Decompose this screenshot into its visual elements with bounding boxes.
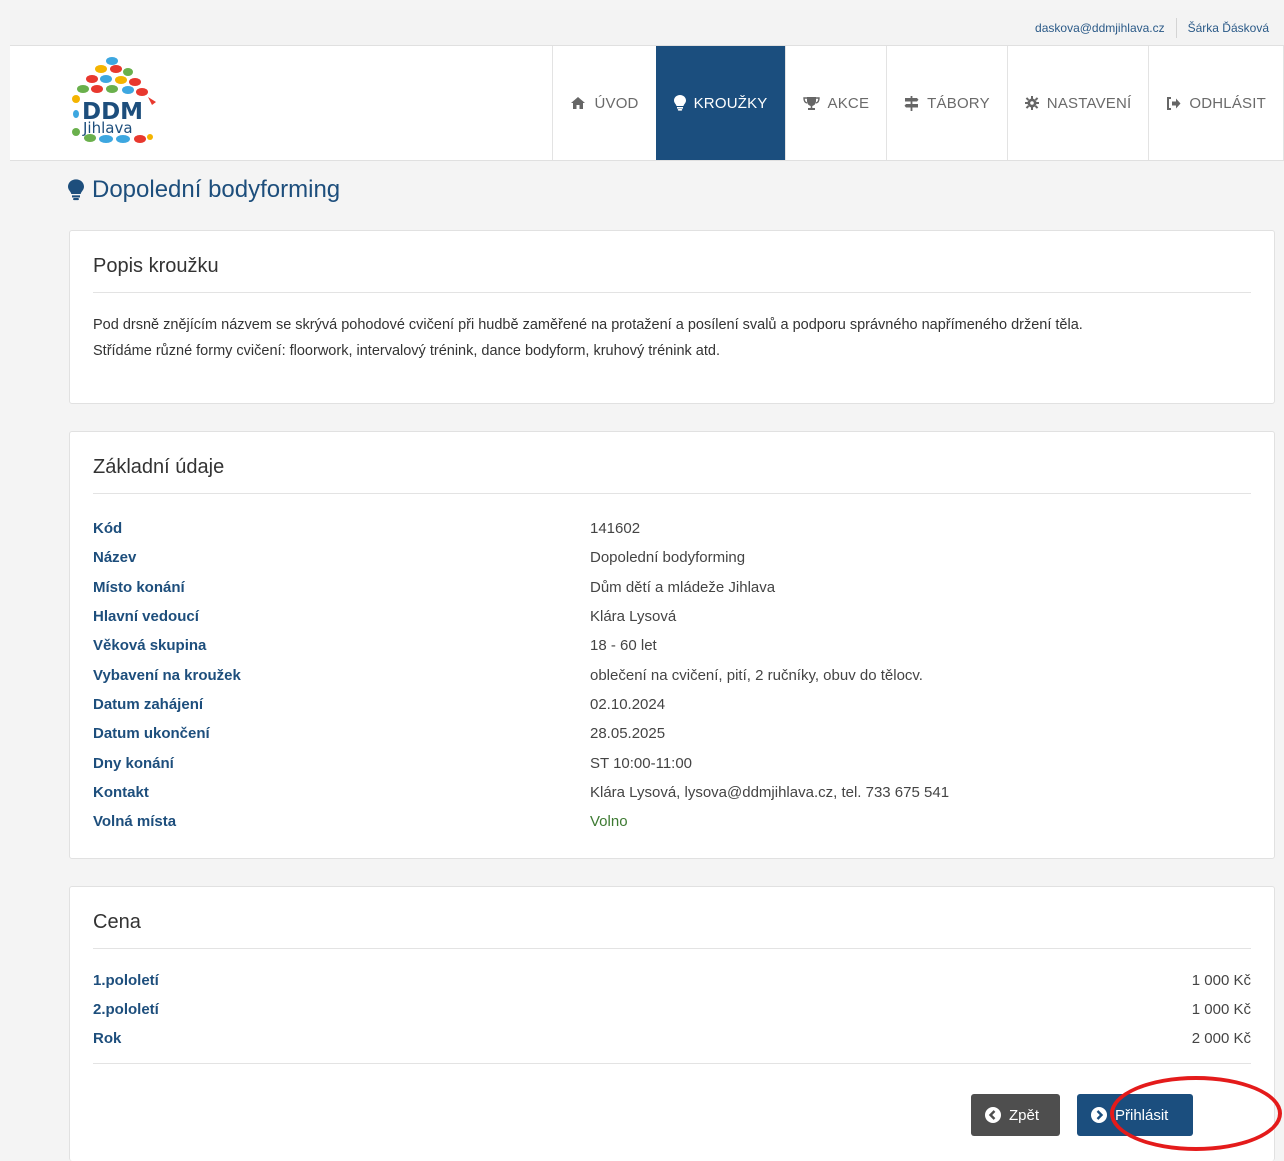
nav-label: TÁBORY xyxy=(927,94,990,112)
back-button-label: Zpět xyxy=(1009,1106,1040,1124)
highlight-circle xyxy=(1110,1076,1282,1151)
ddm-jihlava-logo[interactable]: DDM Jihlava xyxy=(66,52,166,156)
detail-row-end-date: Datum ukončení 28.05.2025 xyxy=(93,719,1251,748)
signpost-icon xyxy=(904,95,919,111)
nav-label: ODHLÁSIT xyxy=(1189,94,1266,112)
lightbulb-icon xyxy=(68,179,84,201)
price-value: 2 000 Kč xyxy=(1191,1030,1251,1047)
description-text: Pod drsně znějícím názvem se skrývá poho… xyxy=(93,312,1251,364)
detail-value: 28.05.2025 xyxy=(590,725,666,743)
description-panel: Popis kroužku Pod drsně znějícím názvem … xyxy=(69,230,1275,404)
price-row: Rok 2 000 Kč xyxy=(93,1024,1251,1053)
detail-label: Dny konání xyxy=(93,754,174,772)
detail-value: 18 - 60 let xyxy=(590,637,657,655)
page-title-text: Dopolední bodyforming xyxy=(92,176,341,203)
detail-label: Hlavní vedoucí xyxy=(93,608,199,626)
page-title: Dopolední bodyforming xyxy=(68,176,340,204)
detail-label: Datum zahájení xyxy=(93,695,204,713)
chevron-left-circle-icon xyxy=(985,1107,1001,1123)
detail-value: Klára Lysová xyxy=(590,608,677,626)
user-email-link[interactable]: daskova@ddmjihlava.cz xyxy=(1024,21,1176,35)
nav-item-nastaveni[interactable]: NASTAVENÍ xyxy=(1006,46,1149,160)
user-bar: daskova@ddmjihlava.cz Šárka Ďásková xyxy=(10,10,1284,46)
detail-row-days: Dny konání ST 10:00-11:00 xyxy=(93,748,1251,777)
details-heading: Základní údaje xyxy=(93,432,1251,494)
detail-value: Klára Lysová, lysova@ddmjihlava.cz, tel.… xyxy=(590,783,950,801)
detail-row-code: Kód 141602 xyxy=(93,514,1251,543)
sign-out-icon xyxy=(1166,96,1181,110)
detail-label: Název xyxy=(93,549,137,567)
detail-label: Volná místa xyxy=(93,813,177,831)
detail-value: ST 10:00-11:00 xyxy=(590,754,693,772)
detail-value: 141602 xyxy=(590,520,641,538)
page: daskova@ddmjihlava.cz Šárka Ďásková DDM … xyxy=(10,10,1284,1161)
detail-label: Datum ukončení xyxy=(93,725,210,743)
price-label: Rok xyxy=(93,1030,122,1047)
detail-row-free-places: Volná místa Volno xyxy=(93,807,1251,836)
detail-value: Dopolední bodyforming xyxy=(590,549,746,567)
detail-value: oblečení na cvičení, pití, 2 ručníky, ob… xyxy=(590,666,923,684)
nav-label: NASTAVENÍ xyxy=(1046,94,1132,112)
price-heading: Cena xyxy=(93,887,1251,949)
gear-icon xyxy=(1024,96,1039,110)
details-list: Kód 141602 Název Dopolední bodyforming Mís… xyxy=(93,514,1251,836)
chevron-right-circle-icon xyxy=(1091,1107,1107,1123)
detail-label: Kód xyxy=(93,520,123,538)
detail-row-venue: Místo konání Dům dětí a mládeže Jihlava xyxy=(93,573,1251,602)
detail-row-name: Název Dopolední bodyforming xyxy=(93,543,1251,572)
nav-item-akce[interactable]: AKCE xyxy=(784,46,887,160)
trophy-icon xyxy=(802,96,820,111)
details-panel: Základní údaje Kód 141602 Název Dopolední … xyxy=(69,431,1275,859)
user-name-link[interactable]: Šárka Ďásková xyxy=(1177,21,1280,35)
price-row: 2.pololetí 1 000 Kč xyxy=(93,995,1251,1024)
detail-row-contact: Kontakt Klára Lysová, lysova@ddmjihlava.c… xyxy=(93,778,1251,807)
availability-status: Volno xyxy=(590,813,628,831)
detail-row-start-date: Datum zahájení 02.10.2024 xyxy=(93,690,1251,719)
detail-value: 02.10.2024 xyxy=(590,695,666,713)
price-divider xyxy=(93,1063,1251,1064)
description-line: Pod drsně znějícím názvem se skrývá poho… xyxy=(93,317,1083,333)
home-icon xyxy=(570,96,586,110)
site-header: DDM Jihlava ÚVOD KROUŽKY AKCE TÁBORY NAS… xyxy=(10,46,1284,161)
detail-row-leader: Hlavní vedoucí Klára Lysová xyxy=(93,602,1251,631)
price-list: 1.pololetí 1 000 Kč 2.pololetí 1 000 Kč Ro… xyxy=(93,966,1251,1053)
nav-label: AKCE xyxy=(827,94,870,112)
price-row: 1.pololetí 1 000 Kč xyxy=(93,966,1251,995)
detail-label: Vybavení na kroužek xyxy=(93,666,241,684)
detail-label: Věková skupina xyxy=(93,637,207,655)
price-value: 1 000 Kč xyxy=(1191,972,1251,989)
detail-value: Dům dětí a mládeže Jihlava xyxy=(590,578,776,596)
nav-item-odhlasit[interactable]: ODHLÁSIT xyxy=(1148,46,1284,160)
logo-text-jihlava: Jihlava xyxy=(82,119,133,137)
detail-label: Místo konání xyxy=(93,578,185,596)
detail-row-equipment: Vybavení na kroužek oblečení na cvičení, … xyxy=(93,660,1251,689)
nav-item-uvod[interactable]: ÚVOD xyxy=(552,46,655,160)
nav-item-krouzky[interactable]: KROUŽKY xyxy=(655,46,785,160)
description-heading: Popis kroužku xyxy=(93,231,1251,293)
description-line: Střídáme různé formy cvičení: floorwork,… xyxy=(93,343,720,359)
back-button[interactable]: Zpět xyxy=(971,1094,1060,1136)
detail-row-age-group: Věková skupina 18 - 60 let xyxy=(93,631,1251,660)
nav-label: KROUŽKY xyxy=(693,94,768,112)
price-value: 1 000 Kč xyxy=(1191,1001,1251,1018)
main-nav: ÚVOD KROUŽKY AKCE TÁBORY NASTAVENÍ ODHLÁ… xyxy=(552,46,1284,160)
nav-label: ÚVOD xyxy=(594,94,639,112)
nav-item-tabory[interactable]: TÁBORY xyxy=(886,46,1007,160)
price-label: 1.pololetí xyxy=(93,972,159,989)
lightbulb-icon xyxy=(673,95,686,111)
price-label: 2.pololetí xyxy=(93,1001,159,1018)
detail-label: Kontakt xyxy=(93,783,149,801)
